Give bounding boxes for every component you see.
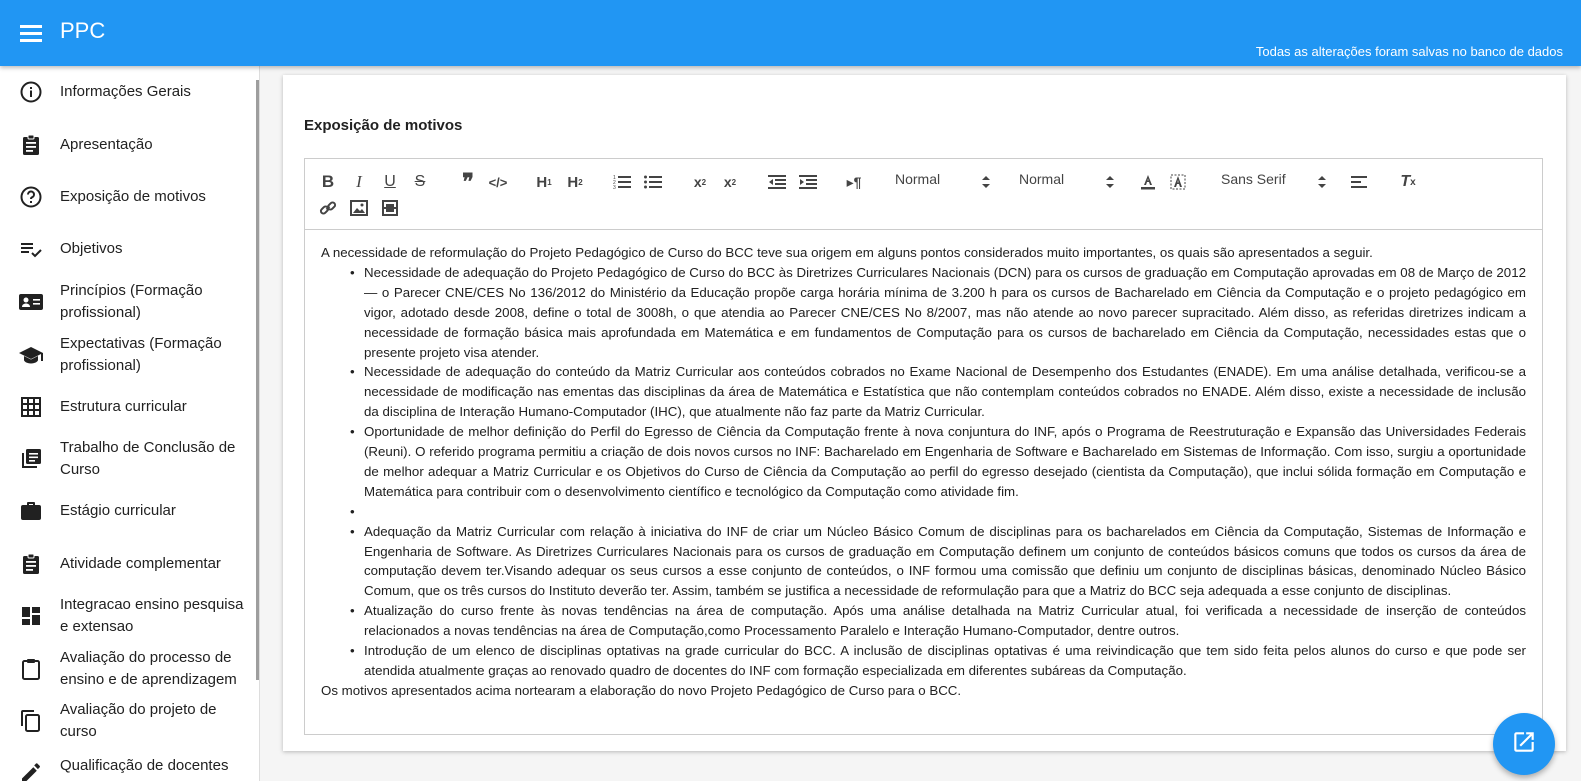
- sidebar: Informações Gerais Apresentação Exposiçã…: [0, 66, 260, 781]
- header-picker-value: Normal: [895, 171, 941, 187]
- clipboard-icon: [18, 656, 44, 682]
- sidebar-item-label: Avaliação do projeto de curso: [60, 701, 217, 740]
- intro-paragraph: A necessidade de reformulação do Projeto…: [321, 245, 1373, 260]
- list-item: Necessidade de adequação do Projeto Peda…: [350, 263, 1526, 363]
- sidebar-item-avaliacao-projeto[interactable]: Avaliação do projeto de curso: [0, 698, 258, 744]
- sidebar-item-avaliacao-processo[interactable]: Avaliação do processo de ensino e de apr…: [0, 646, 258, 692]
- list-item: Necessidade de adequação do conteúdo da …: [350, 362, 1526, 422]
- sidebar-item-label: Integracao ensino pesquisa e extensao: [60, 596, 244, 635]
- info-icon: [18, 79, 44, 105]
- outro-paragraph: Os motivos apresentados acima nortearam …: [321, 682, 962, 698]
- open-in-new-icon: [1511, 729, 1537, 760]
- font-picker[interactable]: Sans Serif: [1221, 171, 1326, 193]
- svg-text:3: 3: [613, 185, 616, 190]
- help-icon: [18, 184, 44, 210]
- video-icon[interactable]: [379, 197, 401, 219]
- sidebar-item-label: Objetivos: [60, 240, 123, 257]
- outdent-icon[interactable]: [766, 171, 788, 193]
- superscript-icon[interactable]: x2: [719, 171, 741, 193]
- sidebar-item-label: Princípios (Formação profissional): [60, 282, 203, 321]
- size-picker-value: Normal: [1019, 171, 1065, 187]
- contact-card-icon: [18, 289, 44, 315]
- open-external-button[interactable]: [1493, 713, 1555, 775]
- content-card: Exposição de motivos B I U S ❞ </> H1 H2…: [283, 75, 1566, 751]
- assignment-icon: [18, 551, 44, 577]
- underline-icon[interactable]: U: [379, 171, 401, 193]
- sidebar-item-label: Trabalho de Conclusão de Curso: [60, 439, 236, 478]
- sidebar-item-estrutura-curricular[interactable]: Estrutura curricular: [0, 393, 258, 421]
- sidebar-item-label: Apresentação: [60, 136, 153, 153]
- header-picker[interactable]: Normal: [895, 171, 990, 193]
- align-left-icon[interactable]: [1349, 171, 1371, 193]
- edit-icon: [18, 760, 44, 781]
- text-direction-icon[interactable]: ▸¶: [843, 171, 865, 193]
- list-item: [350, 502, 1526, 522]
- rich-text-editor[interactable]: B I U S ❞ </> H1 H2 123 x2 x2 ▸¶ Normal …: [304, 158, 1543, 735]
- section-heading: Exposição de motivos: [304, 117, 463, 134]
- motives-list: Necessidade de adequação do Projeto Peda…: [321, 263, 1526, 681]
- sidebar-item-label: Atividade complementar: [60, 555, 221, 572]
- sidebar-item-label: Avaliação do processo de ensino e de apr…: [60, 649, 237, 688]
- header1-icon[interactable]: H1: [533, 171, 555, 193]
- editor-toolbar: B I U S ❞ </> H1 H2 123 x2 x2 ▸¶ Normal …: [305, 159, 1542, 230]
- sidebar-item-expectativas[interactable]: Expectativas (Formação profissional): [0, 332, 258, 378]
- sidebar-item-apresentacao[interactable]: Apresentação: [0, 131, 258, 159]
- list-item: Introdução de um elenco de disciplinas o…: [350, 641, 1526, 681]
- sidebar-item-label: Exposição de motivos: [60, 188, 206, 205]
- sidebar-item-informacoes-gerais[interactable]: Informações Gerais: [0, 78, 258, 106]
- link-icon[interactable]: [317, 197, 339, 219]
- italic-icon[interactable]: I: [348, 171, 370, 193]
- library-books-icon: [18, 446, 44, 472]
- sidebar-item-exposicao-de-motivos[interactable]: Exposição de motivos: [0, 183, 258, 211]
- sidebar-item-integracao[interactable]: Integracao ensino pesquisa e extensao: [0, 593, 258, 639]
- grid-icon: [18, 394, 44, 420]
- header2-icon[interactable]: H2: [564, 171, 586, 193]
- image-icon[interactable]: [348, 197, 370, 219]
- menu-icon[interactable]: [16, 18, 46, 48]
- playlist-check-icon: [18, 236, 44, 262]
- sidebar-item-objetivos[interactable]: Objetivos: [0, 235, 258, 263]
- save-status: Todas as alterações foram salvas no banc…: [1255, 44, 1563, 59]
- background-color-icon[interactable]: [1167, 171, 1189, 193]
- indent-icon[interactable]: [797, 171, 819, 193]
- subscript-icon[interactable]: x2: [689, 171, 711, 193]
- dashboard-icon: [18, 603, 44, 629]
- bullet-list-icon[interactable]: [642, 171, 664, 193]
- bold-icon[interactable]: B: [317, 171, 339, 193]
- list-item: Adequação da Matriz Curricular com relaç…: [350, 522, 1526, 602]
- sidebar-item-qualificacao-docentes[interactable]: Qualificação de docentes: [0, 752, 258, 781]
- text-color-icon[interactable]: [1137, 171, 1159, 193]
- size-picker[interactable]: Normal: [1019, 171, 1114, 193]
- app-title: PPC: [60, 18, 106, 43]
- sidebar-item-principios[interactable]: Princípios (Formação profissional): [0, 279, 258, 325]
- code-block-icon[interactable]: </>: [487, 171, 509, 193]
- work-icon: [18, 498, 44, 524]
- sidebar-item-label: Informações Gerais: [60, 83, 191, 100]
- sidebar-item-atividade-complementar[interactable]: Atividade complementar: [0, 550, 258, 578]
- sidebar-item-label: Estrutura curricular: [60, 398, 187, 415]
- ordered-list-icon[interactable]: 123: [611, 171, 633, 193]
- list-item: Atualização do curso frente às novas ten…: [350, 601, 1526, 641]
- sidebar-item-label: Expectativas (Formação profissional): [60, 335, 222, 374]
- school-icon: [18, 342, 44, 368]
- font-picker-value: Sans Serif: [1221, 171, 1286, 187]
- clear-format-icon[interactable]: Tx: [1397, 171, 1419, 193]
- app-bar: PPC Todas as alterações foram salvas no …: [0, 0, 1581, 66]
- sidebar-item-tcc[interactable]: Trabalho de Conclusão de Curso: [0, 436, 258, 482]
- list-item: Oportunidade de melhor definição do Perf…: [350, 422, 1526, 502]
- sidebar-item-label: Qualificação de docentes: [60, 757, 229, 774]
- copy-icon: [18, 708, 44, 734]
- sidebar-item-label: Estágio curricular: [60, 502, 176, 519]
- assignment-icon: [18, 132, 44, 158]
- sidebar-item-estagio-curricular[interactable]: Estágio curricular: [0, 497, 258, 525]
- strike-icon[interactable]: S: [409, 171, 431, 193]
- editor-content[interactable]: A necessidade de reformulação do Projeto…: [321, 243, 1526, 701]
- blockquote-icon[interactable]: ❞: [457, 169, 479, 194]
- sidebar-scrollbar[interactable]: [256, 80, 259, 680]
